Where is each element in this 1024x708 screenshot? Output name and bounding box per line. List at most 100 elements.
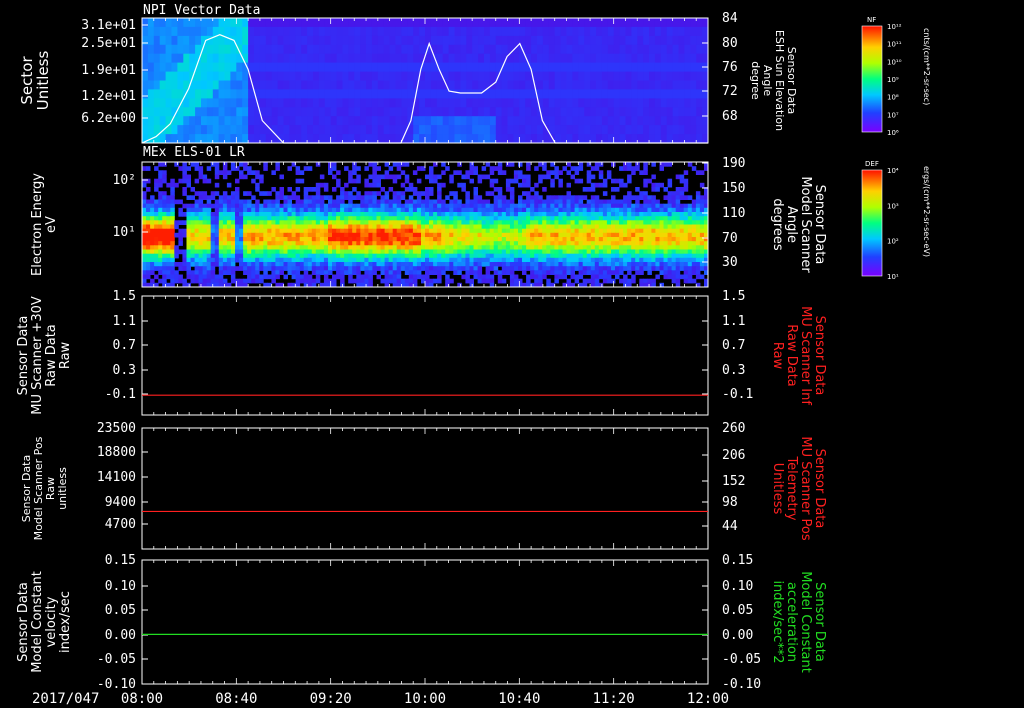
heatmap-cell — [679, 262, 685, 267]
heatmap-cell — [519, 125, 526, 135]
heatmap-cell — [574, 232, 580, 238]
heatmap-cell — [162, 245, 167, 250]
heatmap-cell — [473, 232, 478, 238]
heatmap-cell — [259, 274, 264, 280]
heatmap-cell — [598, 228, 604, 234]
heatmap-cell — [291, 191, 297, 196]
heatmap-cell — [509, 249, 515, 255]
heatmap-cell — [554, 245, 559, 250]
heatmap-cell — [174, 220, 179, 225]
heatmap-cell — [336, 249, 341, 255]
heatmap-cell — [404, 212, 410, 217]
heatmap-cell — [531, 116, 538, 126]
heatmap-cell — [368, 220, 373, 225]
heatmap-cell — [388, 237, 394, 242]
heatmap-cell — [590, 237, 596, 242]
heatmap-cell — [259, 98, 267, 108]
heatmap-cell — [389, 26, 397, 37]
heatmap-cell — [560, 53, 568, 64]
heatmap-cell — [218, 249, 224, 255]
heatmap-cell — [485, 199, 491, 205]
heatmap-cell — [142, 166, 147, 171]
heatmap-cell — [562, 253, 567, 259]
heatmap-cell — [235, 253, 240, 259]
heatmap-cell — [384, 228, 390, 234]
heatmap-cell — [442, 35, 450, 46]
heatmap-cell — [332, 224, 337, 230]
heatmap-cell — [631, 166, 636, 171]
heatmap-cell — [635, 207, 640, 213]
heatmap-cell — [166, 262, 171, 267]
heatmap-cell — [404, 249, 410, 255]
heatmap-cell — [695, 262, 701, 267]
heatmap-cell — [649, 80, 656, 90]
heatmap-cell — [212, 18, 220, 28]
heatmap-cell — [465, 249, 470, 255]
heatmap-cell — [354, 53, 361, 64]
heatmap-cell — [162, 237, 167, 242]
heatmap-cell — [639, 191, 644, 196]
heatmap-cell — [590, 257, 596, 263]
heatmap-cell — [342, 107, 349, 117]
heatmap-cell — [279, 241, 284, 246]
heatmap-cell — [162, 232, 167, 238]
heatmap-cell — [429, 207, 434, 213]
heatmap-cell — [336, 203, 341, 209]
heatmap-cell — [147, 44, 155, 55]
heatmap-cell — [695, 249, 701, 255]
heatmap-cell — [538, 270, 543, 275]
heatmap-cell — [301, 98, 308, 108]
heatmap-cell — [635, 241, 640, 246]
left-axis-title: Raw — [58, 341, 73, 369]
heatmap-cell — [360, 266, 365, 271]
heatmap-cell — [235, 207, 240, 213]
heatmap-cell — [437, 274, 442, 280]
heatmap-cell — [465, 170, 470, 175]
heatmap-cell — [377, 62, 385, 73]
heatmap-cell — [384, 191, 390, 196]
heatmap-cell — [465, 257, 470, 263]
heatmap-cell — [407, 71, 414, 82]
heatmap-cell — [218, 107, 226, 117]
y-tick-label: 2.5e+01 — [81, 36, 136, 51]
heatmap-cell — [323, 278, 329, 284]
heatmap-cell — [485, 249, 491, 255]
heatmap-cell — [596, 116, 603, 126]
heatmap-cell — [174, 199, 179, 205]
heatmap-cell — [542, 216, 547, 221]
heatmap-cell — [425, 224, 430, 230]
heatmap-cell — [315, 266, 321, 271]
heatmap-cell — [319, 249, 325, 255]
heatmap-cell — [586, 170, 592, 175]
heatmap-cell — [590, 187, 596, 192]
heatmap-cell — [649, 89, 656, 99]
heatmap-cell — [299, 241, 305, 246]
heatmap-cell — [201, 134, 208, 143]
heatmap-cell — [328, 207, 333, 213]
heatmap-cell — [170, 191, 175, 196]
heatmap-cell — [328, 228, 333, 234]
heatmap-cell — [166, 224, 171, 230]
heatmap-cell — [323, 207, 329, 213]
heatmap-cell — [230, 191, 236, 196]
heatmap-cell — [448, 44, 456, 55]
heatmap-cell — [505, 262, 511, 267]
heatmap-cell — [639, 170, 644, 175]
heatmap-cell — [666, 107, 674, 117]
heatmap-cell — [360, 62, 367, 73]
heatmap-cell — [615, 253, 620, 259]
heatmap-cell — [683, 274, 689, 280]
heatmap-cell — [212, 80, 220, 90]
heatmap-cell — [493, 249, 499, 255]
heatmap-cell — [202, 191, 208, 196]
heatmap-cell — [660, 89, 668, 99]
heatmap-cell — [202, 266, 208, 271]
heatmap-cell — [315, 191, 321, 196]
heatmap-cell — [639, 224, 644, 230]
heatmap-cell — [291, 195, 297, 200]
heatmap-cell — [566, 241, 571, 246]
heatmap-cell — [202, 178, 208, 184]
heatmap-cell — [194, 216, 200, 221]
heatmap-cell — [226, 237, 232, 242]
heatmap-cell — [194, 262, 200, 267]
